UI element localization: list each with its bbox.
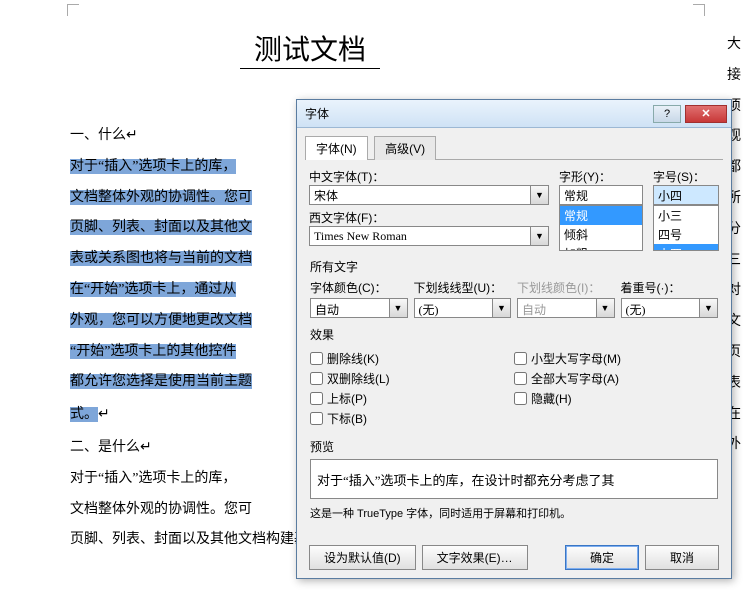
paragraph-mark: ↵ (98, 405, 110, 421)
selected-text[interactable]: 页脚、列表、封面以及其他文 (70, 220, 252, 235)
cb-double-strike[interactable]: 双删除线(L) (310, 370, 514, 387)
selected-text[interactable]: 文档整体外观的协调性。您可 (70, 190, 252, 205)
ok-button[interactable]: 确定 (565, 545, 639, 570)
label-underline: 下划线线型(U)： (414, 279, 512, 296)
list-item[interactable]: 小三 (654, 206, 718, 225)
help-button[interactable]: ? (653, 105, 681, 123)
label-effects: 效果 (310, 326, 718, 343)
label-underline-color: 下划线颜色(I)： (517, 279, 615, 296)
font-color-combo[interactable]: 自动▼ (310, 298, 408, 318)
label-style: 字形(Y)： (559, 168, 643, 185)
style-input[interactable] (559, 185, 643, 205)
cb-subscript[interactable]: 下标(B) (310, 410, 514, 427)
selected-text[interactable]: 式。 (70, 407, 98, 422)
label-size: 字号(S)： (653, 168, 719, 185)
label-cn-font: 中文字体(T)： (309, 168, 549, 185)
tab-advanced[interactable]: 高级(V) (374, 136, 436, 160)
en-font-combo[interactable]: ▼ (309, 226, 549, 246)
paragraph-mark: ↵ (126, 126, 138, 142)
chevron-down-icon[interactable]: ▼ (531, 185, 549, 205)
cancel-button[interactable]: 取消 (645, 545, 719, 570)
heading-1: 一、什么 (70, 128, 126, 143)
en-font-input[interactable] (309, 226, 531, 246)
cb-small-caps[interactable]: 小型大写字母(M) (514, 350, 718, 367)
label-preview: 预览 (310, 438, 718, 455)
emphasis-combo[interactable]: (无)▼ (621, 298, 719, 318)
font-hint: 这是一种 TrueType 字体，同时适用于屏幕和打印机。 (310, 505, 718, 521)
style-listbox[interactable]: 常规 倾斜 加粗 (559, 205, 643, 251)
chevron-down-icon[interactable]: ▼ (390, 298, 408, 318)
close-button[interactable]: ✕ (685, 105, 727, 123)
list-item[interactable]: 倾斜 (560, 225, 642, 244)
dialog-titlebar[interactable]: 字体 ? ✕ (297, 100, 731, 128)
preview-box: 对于“插入”选项卡上的库，在设计时都充分考虑了其 (310, 459, 718, 499)
list-item[interactable]: 小四 (654, 244, 718, 251)
chevron-down-icon[interactable]: ▼ (531, 226, 549, 246)
cn-font-combo[interactable]: ▼ (309, 185, 549, 205)
selected-text[interactable]: 都允许您选择是使用当前主题 (70, 374, 252, 389)
label-all-text: 所有文字 (310, 258, 718, 275)
label-en-font: 西文字体(F)： (309, 209, 549, 226)
body-text: 文档整体外观的协调性。您可 (70, 502, 252, 517)
cb-hidden[interactable]: 隐藏(H) (514, 390, 718, 407)
chevron-down-icon[interactable]: ▼ (700, 298, 718, 318)
size-input[interactable] (653, 185, 719, 205)
tab-strip: 字体(N) 高级(V) (297, 128, 731, 160)
selected-text[interactable]: “开始”选项卡上的其他控件 (70, 344, 236, 359)
label-font-color: 字体颜色(C)： (310, 279, 408, 296)
underline-combo[interactable]: (无)▼ (414, 298, 512, 318)
list-item[interactable]: 常规 (560, 206, 642, 225)
chevron-down-icon: ▼ (597, 298, 615, 318)
label-emphasis: 着重号(·)： (621, 279, 719, 296)
page-corner-tr (693, 4, 705, 16)
selected-text[interactable]: 表或关系图也将与当前的文档 (70, 251, 252, 266)
underline-color-combo: 自动▼ (517, 298, 615, 318)
body-text: 对于“插入”选项卡上的库， (70, 471, 236, 486)
chevron-down-icon[interactable]: ▼ (493, 298, 511, 318)
cb-superscript[interactable]: 上标(P) (310, 390, 514, 407)
cn-font-input[interactable] (309, 185, 531, 205)
heading-2: 二、是什么 (70, 440, 140, 455)
text-effects-button[interactable]: 文字效果(E)… (422, 545, 528, 570)
size-listbox[interactable]: 小三 四号 小四 (653, 205, 719, 251)
tab-font[interactable]: 字体(N) (305, 136, 368, 160)
selected-text[interactable]: 外观，您可以方便地更改文档 (70, 313, 252, 328)
selected-text[interactable]: 对于“插入”选项卡上的库， (70, 159, 236, 174)
font-dialog: 字体 ? ✕ 字体(N) 高级(V) 中文字体(T)： ▼ 西文字体(F)： ▼ (296, 99, 732, 579)
list-item[interactable]: 四号 (654, 225, 718, 244)
dialog-title: 字体 (305, 105, 653, 122)
selected-text[interactable]: 在“开始”选项卡上，通过从 (70, 282, 236, 297)
set-default-button[interactable]: 设为默认值(D) (309, 545, 416, 570)
paragraph-mark: ↵ (140, 438, 152, 454)
cb-strike[interactable]: 删除线(K) (310, 350, 514, 367)
list-item[interactable]: 加粗 (560, 244, 642, 251)
cb-all-caps[interactable]: 全部大写字母(A) (514, 370, 718, 387)
doc-title: 测试文档 (240, 28, 380, 69)
